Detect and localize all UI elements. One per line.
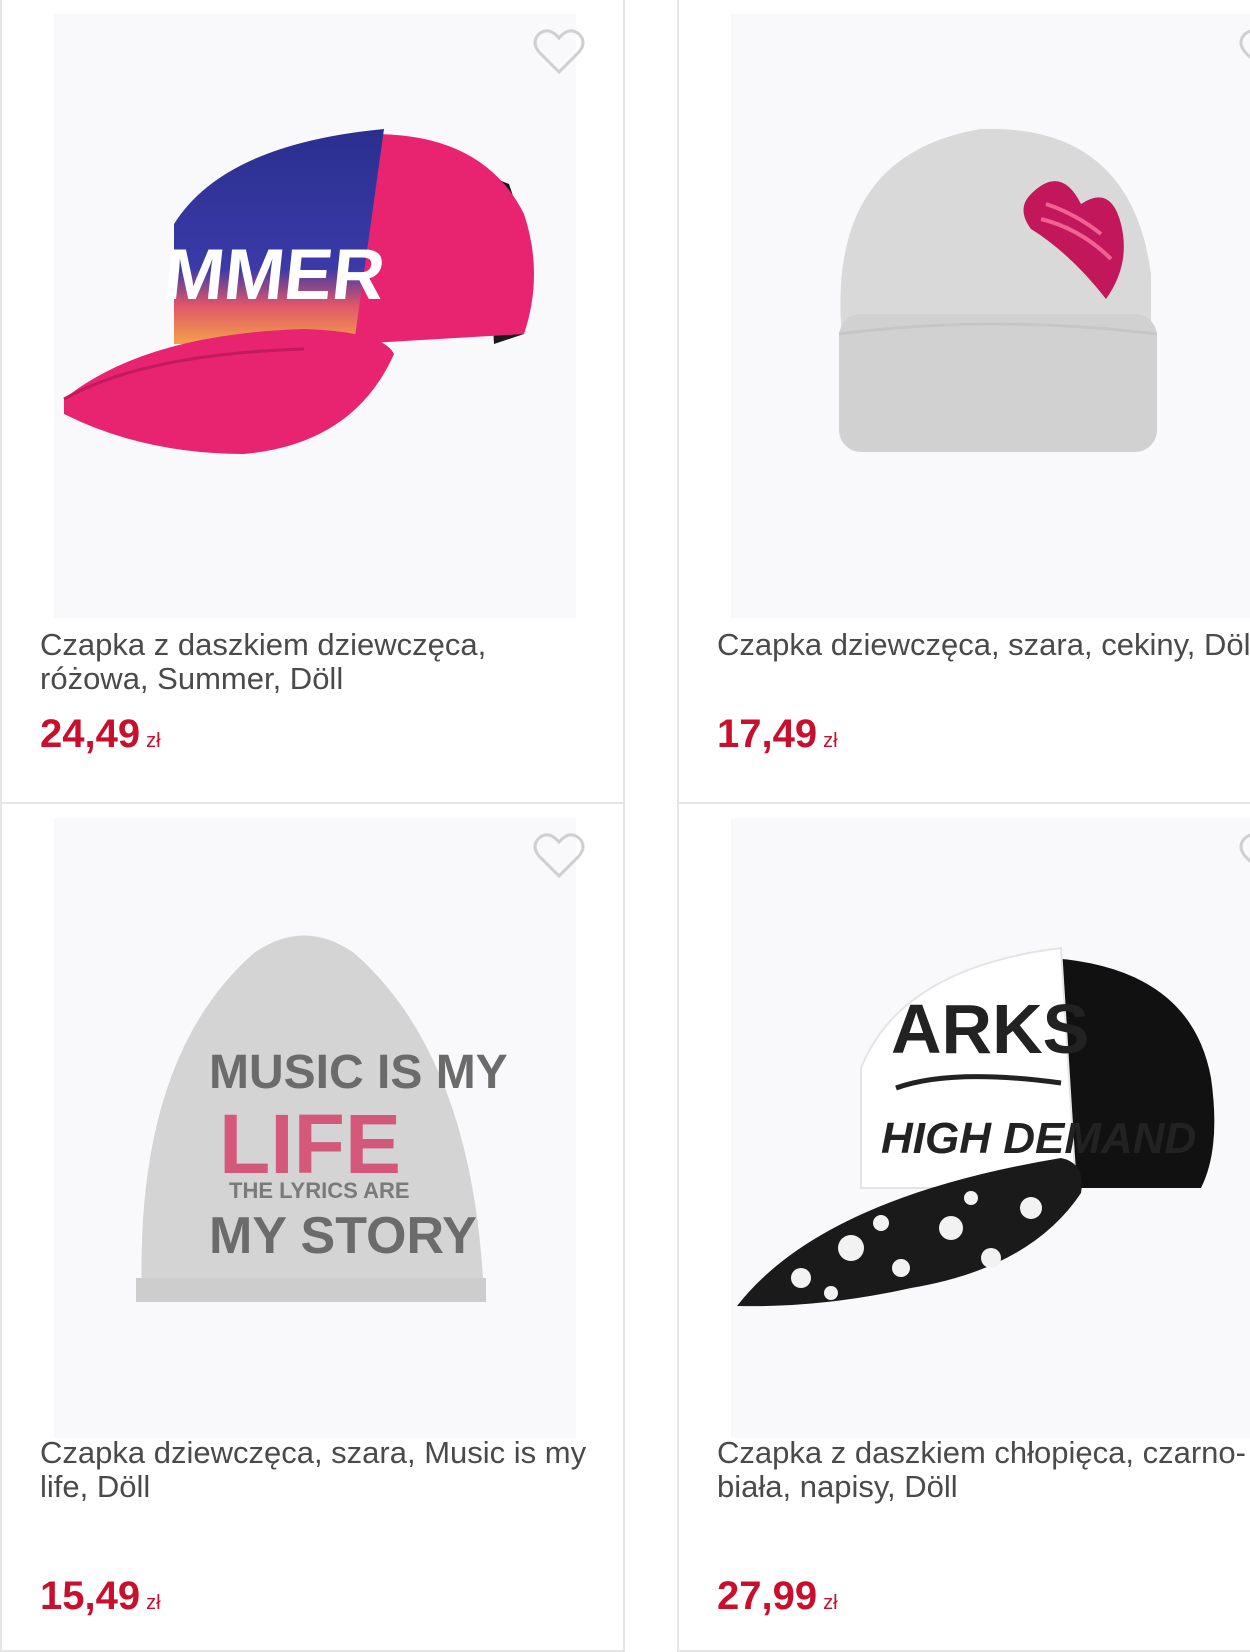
favorite-heart-icon[interactable] (533, 28, 585, 76)
svg-text:ARKS: ARKS (891, 990, 1089, 1068)
price-amount: 17,49 (717, 712, 818, 756)
price-currency: zł (146, 730, 161, 752)
pink-summer-cap-image: MMER (63, 129, 534, 454)
product-title[interactable]: Czapka z daszkiem dziewczęca, różowa, Su… (40, 628, 600, 696)
product-price: 24,49 zł (40, 712, 161, 757)
product-title[interactable]: Czapka dziewczęca, szara, cekiny, Döll (717, 628, 1250, 662)
price-amount: 27,99 (717, 1574, 818, 1618)
product-card[interactable]: MMER Czapka z daszkiem dziewczęca, różow… (0, 0, 625, 804)
price-currency: zł (146, 1592, 161, 1614)
svg-text:MMER: MMER (160, 235, 388, 315)
price-currency: zł (823, 730, 838, 752)
price-amount: 24,49 (40, 712, 141, 756)
svg-text:LIFE: LIFE (219, 1097, 401, 1191)
product-card[interactable]: MUSIC IS MY LIFE THE LYRICS ARE MY STORY… (0, 802, 625, 1652)
price-amount: 15,49 (40, 1574, 141, 1618)
svg-text:MUSIC IS MY: MUSIC IS MY (209, 1046, 508, 1099)
grey-sequin-beanie-image (838, 128, 1158, 452)
product-card[interactable]: Czapka dziewczęca, szara, cekiny, Döll 1… (677, 0, 1250, 804)
favorite-heart-icon[interactable] (1239, 832, 1250, 880)
product-title[interactable]: Czapka dziewczęca, szara, Music is my li… (40, 1436, 600, 1504)
product-price: 17,49 zł (717, 712, 838, 757)
svg-text:HIGH DEMAND: HIGH DEMAND (881, 1114, 1196, 1163)
svg-text:THE LYRICS ARE: THE LYRICS ARE (229, 1178, 410, 1203)
product-card[interactable]: ARKS HIGH DEMAND Czapka z daszkiem chłop… (677, 802, 1250, 1652)
favorite-heart-icon[interactable] (533, 832, 585, 880)
product-image[interactable]: ARKS HIGH DEMAND (731, 818, 1250, 1438)
product-title[interactable]: Czapka z daszkiem chłopięca, czarno-biał… (717, 1436, 1250, 1504)
product-image[interactable] (731, 14, 1250, 618)
black-white-shark-cap-image: ARKS HIGH DEMAND (737, 946, 1215, 1307)
price-currency: zł (823, 1592, 838, 1614)
product-image[interactable]: MUSIC IS MY LIFE THE LYRICS ARE MY STORY (54, 818, 576, 1438)
product-image[interactable]: MMER (54, 14, 576, 618)
favorite-heart-icon[interactable] (1239, 28, 1250, 76)
grey-music-beanie-image: MUSIC IS MY LIFE THE LYRICS ARE MY STORY (136, 935, 508, 1302)
svg-text:MY STORY: MY STORY (209, 1207, 477, 1265)
product-grid: MMER Czapka z daszkiem dziewczęca, różow… (0, 0, 1250, 1652)
product-price: 27,99 zł (717, 1574, 838, 1619)
product-price: 15,49 zł (40, 1574, 161, 1619)
